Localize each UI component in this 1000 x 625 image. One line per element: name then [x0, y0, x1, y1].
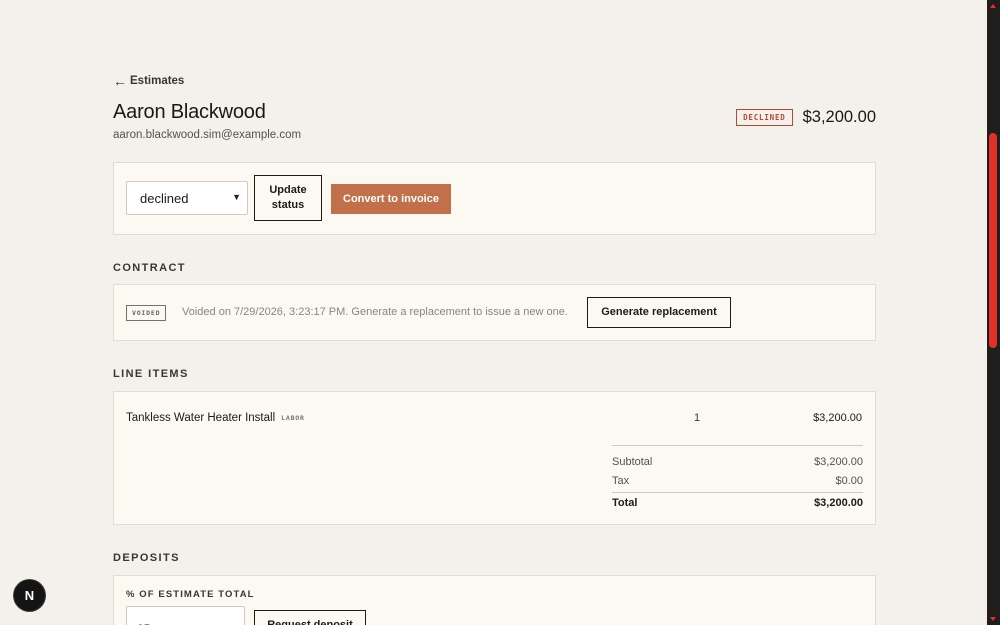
voided-message: Voided on 7/29/2026, 3:23:17 PM. Generat… [182, 306, 568, 318]
scrollbar[interactable] [987, 0, 1000, 625]
back-to-estimates-link[interactable]: ← Estimates [113, 74, 184, 88]
next-logo-icon[interactable]: N [14, 580, 45, 611]
voided-badge: VOIDED [126, 305, 167, 321]
total-value: $3,200.00 [814, 497, 863, 509]
tax-row: Tax $0.00 [612, 475, 863, 487]
deposits-panel: % OF ESTIMATE TOTAL Request deposit [113, 575, 876, 625]
scroll-down-icon[interactable] [990, 617, 996, 621]
totals-divider [612, 445, 863, 446]
status-panel: declined ▼ Update status Convert to invo… [113, 162, 876, 235]
status-select-value: declined [140, 190, 189, 206]
generate-replacement-button[interactable]: Generate replacement [587, 297, 731, 328]
scroll-up-icon[interactable] [990, 4, 996, 8]
deposits-heading: DEPOSITS [113, 552, 180, 564]
status-badge: DECLINED [736, 109, 793, 126]
chevron-down-icon: ▼ [232, 192, 241, 202]
line-item-name: Tankless Water Heater Install LABOR [126, 412, 305, 424]
subtotal-row: Subtotal $3,200.00 [612, 456, 863, 468]
tax-value: $0.00 [835, 475, 863, 487]
convert-to-invoice-button[interactable]: Convert to invoice [331, 184, 451, 214]
update-status-button[interactable]: Update status [254, 175, 322, 221]
line-items-panel: Tankless Water Heater Install LABOR 1 $3… [113, 391, 876, 525]
estimate-amount: $3,200.00 [802, 108, 876, 126]
update-status-label-line1: Update [269, 184, 307, 197]
back-link-label: Estimates [130, 75, 185, 87]
total-divider [612, 492, 863, 493]
total-label: Total [612, 497, 638, 509]
update-status-label-line2: status [271, 199, 305, 211]
deposit-percent-label: % OF ESTIMATE TOTAL [126, 589, 255, 600]
line-item-tag: LABOR [281, 414, 305, 422]
line-item-qty: 1 [694, 412, 701, 424]
page-title: Aaron Blackwood [113, 101, 266, 123]
deposit-percent-input[interactable] [126, 606, 245, 625]
subtotal-value: $3,200.00 [814, 456, 863, 468]
client-email: aaron.blackwood.sim@example.com [113, 129, 302, 141]
request-deposit-button[interactable]: Request deposit [254, 610, 366, 625]
line-items-heading: LINE ITEMS [113, 368, 189, 380]
status-select[interactable]: declined ▼ [126, 181, 248, 215]
tax-label: Tax [612, 475, 630, 487]
contract-panel: VOIDED Voided on 7/29/2026, 3:23:17 PM. … [113, 284, 876, 341]
contract-heading: CONTRACT [113, 262, 186, 274]
line-item-amount: $3,200.00 [813, 412, 862, 424]
estimate-summary: DECLINED $3,200.00 [736, 108, 876, 127]
total-row: Total $3,200.00 [612, 497, 863, 509]
arrow-left-icon: ← [113, 73, 127, 89]
subtotal-label: Subtotal [612, 456, 653, 468]
scrollbar-thumb[interactable] [989, 133, 997, 348]
line-item-label: Tankless Water Heater Install [126, 412, 276, 424]
